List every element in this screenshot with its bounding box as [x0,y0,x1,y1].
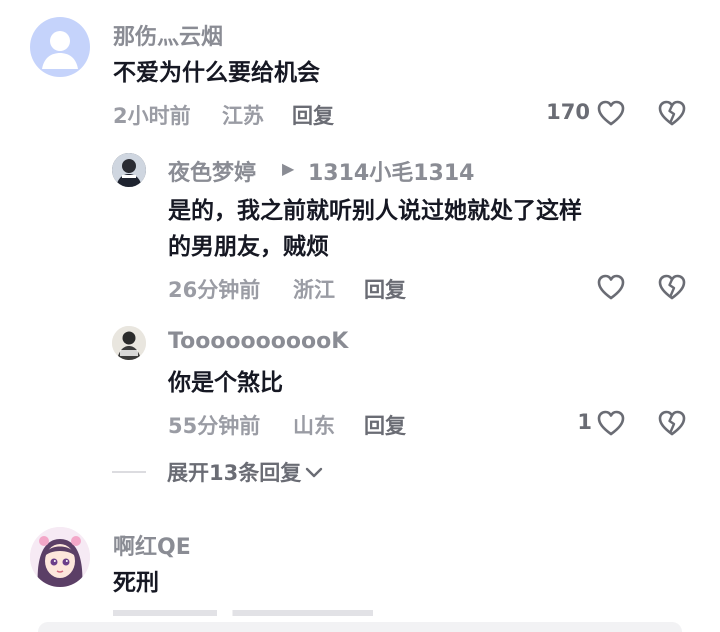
comment-text: 死刑 [113,570,159,596]
like-button[interactable] [596,272,626,302]
cutoff-row-hint [113,610,373,616]
dislike-button[interactable] [657,98,687,128]
comment-input-bar[interactable] [38,622,682,632]
avatar-anime[interactable] [30,527,90,587]
reply-text: 你是个煞比 [168,370,283,396]
like-count: 1 [577,410,592,434]
expand-divider [112,471,146,473]
reply-time: 26分钟前 [168,278,261,302]
user-silhouette-icon [42,31,78,69]
heart-outline-icon [597,274,625,300]
comment-text: 不爱为什么要给机会 [113,60,320,86]
reply-button[interactable]: 回复 [364,410,406,440]
reply-text-line-2: 的男朋友，贼烦 [168,234,329,260]
heart-outline-icon [597,100,625,126]
avatar-image [112,326,146,360]
reply-location: 浙江 [293,278,335,302]
dislike-button[interactable] [657,272,687,302]
avatar-reply[interactable] [112,153,146,187]
like-button[interactable] [596,98,626,128]
expand-replies-label: 展开13条回复 [167,461,302,485]
expand-replies-button[interactable]: 展开13条回复 [167,457,325,487]
chevron-down-icon [306,467,323,478]
reply-time: 55分钟前 [168,414,261,438]
comment-time: 2小时前 [113,104,191,128]
reply-button[interactable]: 回复 [364,274,406,304]
comment-username[interactable]: 啊红QE [113,529,191,561]
broken-heart-icon [658,410,686,436]
reply-location: 山东 [293,414,335,438]
avatar-reply[interactable] [112,326,146,360]
reply-username[interactable]: TooooooooooK [168,329,348,354]
heart-outline-icon [597,410,625,436]
broken-heart-icon [658,274,686,300]
like-count: 170 [546,100,590,124]
comment-username[interactable]: 那伤灬云烟 [113,19,223,51]
broken-heart-icon [658,100,686,126]
avatar-image [30,527,90,587]
dislike-button[interactable] [657,408,687,438]
reply-button[interactable]: 回复 [292,100,334,130]
avatar-default[interactable] [30,17,90,77]
avatar-image [112,153,146,187]
reply-text-line-1: 是的，我之前就听别人说过她就处了这样 [168,198,582,224]
reply-arrow-icon: ▶ [282,159,295,178]
reply-to-username[interactable]: 1314小毛1314 [308,155,474,187]
comment-location: 江苏 [222,104,264,128]
like-button[interactable] [596,408,626,438]
reply-username[interactable]: 夜色梦婷 [168,155,256,187]
